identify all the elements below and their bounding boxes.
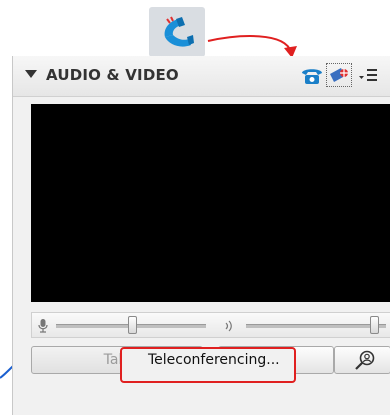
people-search-icon bbox=[355, 350, 375, 370]
phone-icon[interactable] bbox=[301, 66, 323, 86]
panel-menu-icon[interactable] bbox=[359, 68, 377, 82]
red-annotation-arrow bbox=[207, 35, 292, 53]
video-display bbox=[31, 104, 390, 302]
collapse-arrow-icon[interactable] bbox=[25, 70, 37, 80]
speaker-icon bbox=[225, 320, 232, 332]
speaker-volume-track[interactable] bbox=[246, 324, 386, 328]
speaker-volume-slider-thumb[interactable] bbox=[370, 316, 379, 334]
camera-settings-icon bbox=[330, 68, 348, 82]
people-search-button[interactable] bbox=[334, 346, 390, 374]
panel-header: AUDIO & VIDEO bbox=[13, 56, 390, 97]
volume-controls bbox=[31, 312, 390, 338]
teleconferencing-status[interactable]: Teleconferencing... bbox=[120, 347, 296, 383]
panel-title: AUDIO & VIDEO bbox=[46, 66, 179, 84]
teleconference-callout-icon bbox=[149, 7, 205, 57]
mic-volume-slider-thumb[interactable] bbox=[128, 316, 137, 334]
camera-settings-button[interactable] bbox=[326, 63, 352, 87]
microphone-icon bbox=[38, 319, 48, 333]
status-text: Teleconferencing... bbox=[148, 352, 280, 368]
